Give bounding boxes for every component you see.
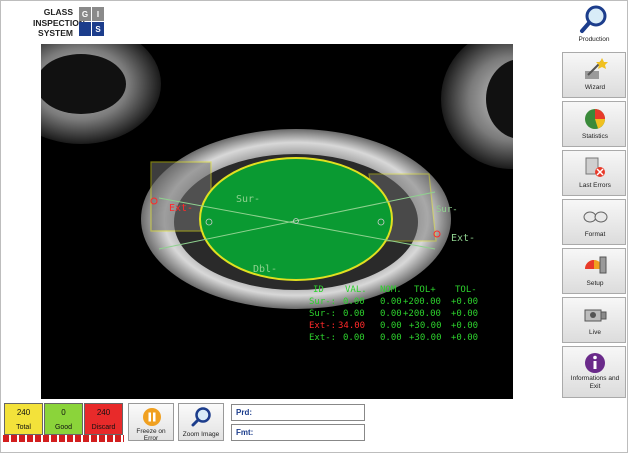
lens-surface	[199, 157, 393, 281]
label-ext-left: Ext-	[169, 203, 193, 214]
row-3-tolm: +0.00	[451, 321, 478, 331]
wizard-label: Wizard	[584, 84, 606, 91]
discard-value: 240	[96, 408, 111, 417]
right-toolbar: Production Wizard Statistics Last Errors…	[562, 3, 626, 440]
camera-view[interactable]: Sur- Sur- Ext- Ext- Dbl- ID VAL. NOM. TO…	[41, 44, 513, 399]
freeze-label-line-1: Freeze on	[136, 428, 166, 435]
wizard-wand-icon	[585, 58, 608, 79]
setup-button[interactable]: Setup	[562, 248, 626, 294]
setup-gauge-icon	[585, 256, 607, 274]
statistics-button[interactable]: Statistics	[562, 101, 626, 147]
glasses-icon	[583, 211, 608, 223]
logo-text: GLASS INSPECTION SYSTEM	[33, 7, 85, 39]
table-header-nom: NOM.	[380, 285, 402, 295]
prd-field[interactable]: Prd:	[231, 404, 365, 421]
logo-block	[79, 22, 91, 36]
row-4-id: Ext-:	[309, 333, 336, 343]
label-sur-top: Sur-	[236, 194, 260, 205]
table-header-id: ID	[313, 285, 324, 295]
freeze-on-error-button[interactable]: Freeze on Error	[128, 403, 174, 442]
statistics-label: Statistics	[581, 133, 608, 140]
logo-line-2: INSPECTION	[33, 17, 85, 28]
label-sur-right: Sur-	[436, 205, 458, 215]
info-exit-label-line-1: Informations and	[570, 375, 620, 382]
row-1-tolm: +0.00	[451, 297, 478, 307]
production-label: Production	[578, 36, 610, 43]
row-1-nom: 0.00	[380, 297, 402, 307]
fmt-label: Fmt:	[236, 428, 254, 437]
reject-history-strip	[3, 435, 124, 442]
row-2-nom: 0.00	[380, 309, 402, 319]
bottom-bar: 240 Total 0 Good 240 Discard Freeze on E…	[1, 399, 629, 454]
error-tools-icon	[585, 157, 605, 177]
discard-counter: 240 Discard	[84, 403, 123, 435]
logo-letter-s: S	[92, 22, 104, 36]
row-3-tolp: +30.00	[409, 321, 442, 331]
inspection-image: Sur- Sur- Ext- Ext- Dbl- ID VAL. NOM. TO…	[41, 44, 513, 343]
freeze-label: Freeze on Error	[129, 428, 173, 442]
row-1-tolp: +200.00	[403, 297, 441, 307]
live-label: Live	[589, 329, 601, 336]
good-value: 0	[61, 408, 66, 417]
row-3-val: 34.00	[338, 321, 365, 331]
row-2-tolm: +0.00	[451, 309, 478, 319]
table-header-tolm: TOL-	[455, 285, 477, 295]
good-label: Good	[54, 424, 73, 431]
row-2-id: Sur-:	[309, 309, 336, 319]
info-exit-label: Informations and Exit	[563, 375, 627, 390]
format-label: Format	[584, 231, 606, 238]
last-errors-label: Last Errors	[579, 182, 611, 189]
prd-label: Prd:	[236, 408, 252, 417]
wizard-button[interactable]: Wizard	[562, 52, 626, 98]
row-4-val: 0.00	[343, 333, 365, 343]
last-errors-button[interactable]: Last Errors	[562, 150, 626, 196]
app-window: GLASS INSPECTION SYSTEM G I S Sur- Sur- …	[0, 0, 628, 453]
camera-icon	[584, 309, 607, 322]
discard-label: Discard	[91, 424, 116, 431]
row-4-nom: 0.00	[380, 333, 402, 343]
total-counter: 240 Total	[4, 403, 43, 435]
logo-letter-g: G	[79, 7, 91, 21]
magnifier-icon	[580, 5, 607, 33]
format-button[interactable]: Format	[562, 199, 626, 245]
gis-logo: GLASS INSPECTION SYSTEM G I S	[33, 7, 104, 41]
row-3-id: Ext-:	[309, 321, 336, 331]
table-header-val: VAL.	[345, 285, 367, 295]
row-2-tolp: +200.00	[403, 309, 441, 319]
production-button[interactable]: Production	[562, 3, 626, 47]
info-icon	[585, 353, 605, 373]
logo-line-1: GLASS	[43, 7, 73, 17]
good-counter: 0 Good	[44, 403, 83, 435]
logo-letter-i: I	[92, 7, 104, 21]
row-1-id: Sur-:	[309, 297, 336, 307]
table-header-tolp: TOL+	[414, 285, 436, 295]
row-2-val: 0.00	[343, 309, 365, 319]
total-label: Total	[16, 424, 31, 431]
row-4-tolp: +30.00	[409, 333, 442, 343]
label-dbl: Dbl-	[253, 264, 277, 275]
live-button[interactable]: Live	[562, 297, 626, 343]
row-4-tolm: +0.00	[451, 333, 478, 343]
info-exit-button[interactable]: Informations and Exit	[562, 346, 626, 398]
fmt-field[interactable]: Fmt:	[231, 424, 365, 441]
row-3-nom: 0.00	[380, 321, 402, 331]
total-value: 240	[16, 408, 31, 417]
logo-grid: G I S	[79, 7, 104, 36]
label-ext-right: Ext-	[451, 233, 475, 244]
freeze-label-line-2: Error	[143, 435, 159, 442]
zoom-image-button[interactable]: Zoom Image	[178, 403, 224, 441]
pause-icon	[143, 408, 161, 426]
pie-chart-icon	[585, 109, 605, 129]
info-exit-label-line-2: Exit	[589, 382, 601, 390]
logo-line-3: SYSTEM	[38, 28, 73, 38]
row-1-val: 0.00	[343, 297, 365, 307]
zoom-label: Zoom Image	[182, 431, 220, 438]
zoom-icon	[191, 407, 211, 427]
setup-label: Setup	[586, 280, 604, 287]
